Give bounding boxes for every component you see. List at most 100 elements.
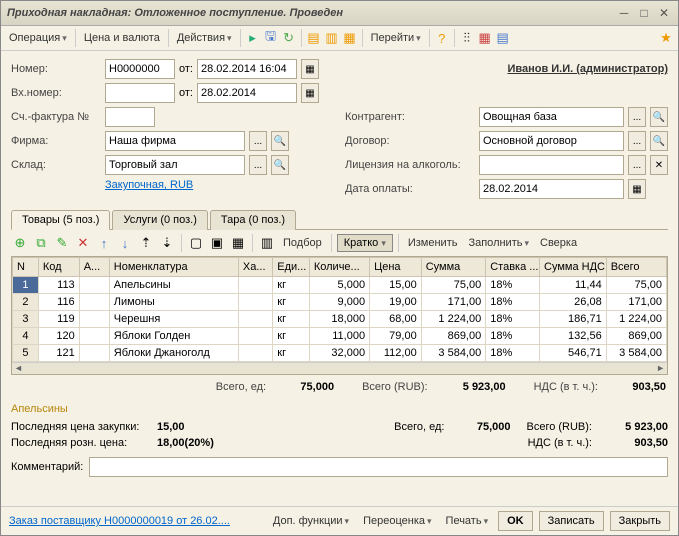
col-price[interactable]: Цена bbox=[370, 258, 422, 277]
tree-icon[interactable]: ⫶⫶ bbox=[459, 30, 475, 46]
doc1-icon[interactable]: ▤ bbox=[306, 30, 322, 46]
delete-icon[interactable]: ✕ bbox=[74, 234, 92, 252]
footer: Заказ поставщику Н0000000019 от 26.02...… bbox=[1, 506, 678, 535]
d-vat: 903,50 bbox=[598, 437, 668, 449]
actions-menu[interactable]: Действия ▾ bbox=[173, 30, 236, 46]
contract-search-icon[interactable]: 🔍 bbox=[650, 131, 668, 151]
brief-button[interactable]: Кратко ▾ bbox=[337, 234, 393, 252]
d-vat-label: НДС (в т. ч.): bbox=[528, 437, 592, 449]
grid-icon[interactable]: ▤ bbox=[495, 30, 511, 46]
col-rate[interactable]: Ставка ... bbox=[486, 258, 540, 277]
col-vat[interactable]: Сумма НДС bbox=[540, 258, 607, 277]
col-a[interactable]: А... bbox=[79, 258, 109, 277]
down-icon[interactable]: ↓ bbox=[116, 234, 134, 252]
maximize-icon[interactable]: □ bbox=[636, 5, 652, 21]
col-ha[interactable]: Ха... bbox=[238, 258, 272, 277]
sort-asc-icon[interactable]: ⇡ bbox=[137, 234, 155, 252]
sort-desc-icon[interactable]: ⇣ bbox=[158, 234, 176, 252]
star-icon[interactable]: ★ bbox=[658, 30, 674, 46]
contract-input[interactable] bbox=[479, 131, 624, 151]
calendar-icon-2[interactable]: ▦ bbox=[301, 83, 319, 103]
doc3-icon[interactable]: ▦ bbox=[342, 30, 358, 46]
col-sum[interactable]: Сумма bbox=[421, 258, 486, 277]
contragent-input[interactable] bbox=[479, 107, 624, 127]
table-row[interactable]: 1113Апельсиныкг5,00015,0075,0018%11,4475… bbox=[13, 277, 667, 294]
user-label[interactable]: Иванов И.И. (администратор) bbox=[323, 63, 668, 75]
extra-menu[interactable]: Доп. функции ▾ bbox=[269, 513, 353, 529]
barcode-icon[interactable]: ▥ bbox=[258, 234, 276, 252]
col-n[interactable]: N bbox=[13, 258, 39, 277]
goods-grid[interactable]: N Код А... Номенклатура Ха... Еди... Кол… bbox=[11, 256, 668, 375]
date1-input[interactable] bbox=[197, 59, 297, 79]
calendar-icon-3[interactable]: ▦ bbox=[628, 179, 646, 199]
minimize-icon[interactable]: ─ bbox=[616, 5, 632, 21]
contract-pick-icon[interactable]: ... bbox=[628, 131, 646, 151]
multi-icon[interactable]: ▦ bbox=[229, 234, 247, 252]
comment-input[interactable] bbox=[89, 457, 668, 477]
warehouse-search-icon[interactable]: 🔍 bbox=[271, 155, 289, 175]
firm-pick-icon[interactable]: ... bbox=[249, 131, 267, 151]
tab-services[interactable]: Услуги (0 поз.) bbox=[112, 210, 207, 230]
price-currency-button[interactable]: Цена и валюта bbox=[80, 30, 164, 46]
table-row[interactable]: 4120Яблоки Голденкг11,00079,00869,0018%1… bbox=[13, 328, 667, 345]
warehouse-label: Склад: bbox=[11, 159, 101, 171]
select-button[interactable]: Подбор bbox=[279, 235, 326, 251]
col-nom[interactable]: Номенклатура bbox=[109, 258, 238, 277]
save-icon[interactable]: 🖫 bbox=[263, 30, 279, 46]
post-icon[interactable]: ▸ bbox=[245, 30, 261, 46]
calendar-icon-1[interactable]: ▦ bbox=[301, 59, 319, 79]
refresh-icon[interactable]: ↻ bbox=[281, 30, 297, 46]
table-row[interactable]: 5121Яблоки Джаноголдкг32,000112,003 584,… bbox=[13, 345, 667, 362]
contragent-pick-icon[interactable]: ... bbox=[628, 107, 646, 127]
table-row[interactable]: 2116Лимоныкг9,00019,00171,0018%26,08171,… bbox=[13, 294, 667, 311]
total-qty: 75,000 bbox=[274, 381, 334, 393]
paste-icon[interactable]: ▣ bbox=[208, 234, 226, 252]
doc2-icon[interactable]: ▥ bbox=[324, 30, 340, 46]
invoice-input[interactable] bbox=[105, 107, 155, 127]
col-qty[interactable]: Количе... bbox=[309, 258, 369, 277]
copy-icon[interactable]: ⧉ bbox=[32, 234, 50, 252]
col-code[interactable]: Код bbox=[38, 258, 79, 277]
reval-menu[interactable]: Переоценка ▾ bbox=[359, 513, 435, 529]
date2-input[interactable] bbox=[197, 83, 297, 103]
edit-icon[interactable]: ✎ bbox=[53, 234, 71, 252]
warehouse-input[interactable] bbox=[105, 155, 245, 175]
print-menu[interactable]: Печать ▾ bbox=[442, 513, 493, 529]
add-icon[interactable]: ⊕ bbox=[11, 234, 29, 252]
grid-scrollbar[interactable] bbox=[12, 362, 667, 374]
col-ed[interactable]: Еди... bbox=[273, 258, 310, 277]
license-clear-icon[interactable]: ✕ bbox=[650, 155, 668, 175]
close-button[interactable]: Закрыть bbox=[610, 511, 670, 531]
warehouse-pick-icon[interactable]: ... bbox=[249, 155, 267, 175]
pricetype-link[interactable]: Закупочная, RUB bbox=[105, 179, 193, 191]
d-sum: 5 923,00 bbox=[598, 421, 668, 433]
help-icon[interactable]: ? bbox=[434, 30, 450, 46]
up-icon[interactable]: ↑ bbox=[95, 234, 113, 252]
col-total[interactable]: Всего bbox=[606, 258, 666, 277]
save-button[interactable]: Записать bbox=[539, 511, 604, 531]
bars-icon[interactable]: ▦ bbox=[477, 30, 493, 46]
goto-menu[interactable]: Перейти ▾ bbox=[367, 30, 425, 46]
license-input[interactable] bbox=[479, 155, 624, 175]
paydate-input[interactable] bbox=[479, 179, 624, 199]
firm-search-icon[interactable]: 🔍 bbox=[271, 131, 289, 151]
copy2-icon[interactable]: ▢ bbox=[187, 234, 205, 252]
table-row[interactable]: 3119Черешнякг18,00068,001 224,0018%186,7… bbox=[13, 311, 667, 328]
tab-goods[interactable]: Товары (5 поз.) bbox=[11, 210, 110, 230]
number-input[interactable] bbox=[105, 59, 175, 79]
reconcile-button[interactable]: Сверка bbox=[536, 235, 581, 251]
license-pick-icon[interactable]: ... bbox=[628, 155, 646, 175]
operation-menu[interactable]: Операция ▾ bbox=[5, 30, 71, 46]
contragent-search-icon[interactable]: 🔍 bbox=[650, 107, 668, 127]
ok-button[interactable]: OK bbox=[498, 511, 533, 531]
fill-menu[interactable]: Заполнить ▾ bbox=[464, 235, 533, 251]
in-number-input[interactable] bbox=[105, 83, 175, 103]
firm-input[interactable] bbox=[105, 131, 245, 151]
total-vat: 903,50 bbox=[606, 381, 666, 393]
from-label-1: от: bbox=[179, 63, 193, 75]
close-icon[interactable]: ✕ bbox=[656, 5, 672, 21]
order-link[interactable]: Заказ поставщику Н0000000019 от 26.02...… bbox=[9, 515, 230, 527]
change-button[interactable]: Изменить bbox=[404, 235, 462, 251]
grid-toolbar: ⊕ ⧉ ✎ ✕ ↑ ↓ ⇡ ⇣ ▢ ▣ ▦ ▥ Подбор Кратко ▾ … bbox=[11, 230, 668, 256]
tab-tare[interactable]: Тара (0 поз.) bbox=[210, 210, 296, 230]
